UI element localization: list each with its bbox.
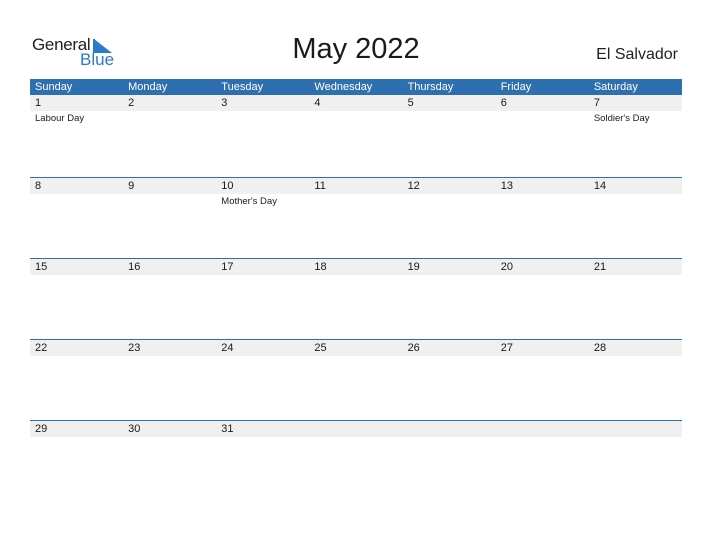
day-number: 21 bbox=[593, 261, 607, 273]
day-cell bbox=[403, 420, 496, 480]
week-row: 29 30 31 bbox=[30, 420, 682, 501]
day-cell: 23 bbox=[123, 339, 216, 399]
day-number: 15 bbox=[35, 261, 48, 273]
week-row: 8 9 10 Mother's Day 11 12 13 14 bbox=[30, 177, 682, 258]
day-number: 9 bbox=[128, 180, 135, 192]
day-number: 31 bbox=[221, 423, 234, 435]
day-cell: 1 Labour Day bbox=[30, 95, 123, 155]
weekday-friday: Friday bbox=[500, 81, 532, 93]
week-row: 22 23 24 25 26 27 28 bbox=[30, 339, 682, 420]
weekday-header: Sunday Monday Tuesday Wednesday Thursday… bbox=[30, 79, 682, 95]
day-cell: 20 bbox=[496, 258, 589, 318]
day-cell: 31 bbox=[216, 420, 309, 480]
day-number: 20 bbox=[500, 261, 513, 273]
day-cell: 12 bbox=[403, 177, 496, 237]
day-number: 26 bbox=[407, 342, 420, 354]
region-label: El Salvador bbox=[596, 46, 678, 63]
day-number: 29 bbox=[35, 423, 48, 435]
day-cell: 17 bbox=[216, 258, 309, 318]
weekday-thursday: Thursday bbox=[407, 81, 454, 93]
day-number: 22 bbox=[35, 342, 48, 354]
day-cell: 16 bbox=[123, 258, 216, 318]
week-cells: 29 30 31 bbox=[30, 420, 682, 480]
day-number: 1 bbox=[35, 97, 42, 109]
day-cell: 11 bbox=[309, 177, 402, 237]
day-number: 14 bbox=[593, 180, 607, 192]
day-cell: 3 bbox=[216, 95, 309, 155]
day-number: 24 bbox=[221, 342, 234, 354]
day-cell: 8 bbox=[30, 177, 123, 237]
day-cell: 28 bbox=[589, 339, 682, 399]
day-cell: 30 bbox=[123, 420, 216, 480]
week-cells: 1 Labour Day 2 3 4 5 6 7 Soldier's Day bbox=[30, 95, 682, 155]
day-cell: 14 bbox=[589, 177, 682, 237]
day-cell: 27 bbox=[496, 339, 589, 399]
day-number: 23 bbox=[128, 342, 141, 354]
holiday-label: Mother's Day bbox=[221, 196, 277, 207]
day-number: 13 bbox=[500, 180, 513, 192]
weekday-saturday: Saturday bbox=[593, 81, 638, 93]
day-number: 30 bbox=[128, 423, 141, 435]
day-number: 11 bbox=[314, 180, 326, 192]
day-cell: 5 bbox=[403, 95, 496, 155]
day-number: 16 bbox=[128, 261, 141, 273]
day-number: 27 bbox=[500, 342, 513, 354]
week-row: 1 Labour Day 2 3 4 5 6 7 Soldier's Day bbox=[30, 95, 682, 177]
calendar-grid: Sunday Monday Tuesday Wednesday Thursday… bbox=[30, 79, 682, 501]
day-number: 17 bbox=[221, 261, 234, 273]
day-cell: 10 Mother's Day bbox=[216, 177, 309, 237]
day-cell: 24 bbox=[216, 339, 309, 399]
holiday-label: Labour Day bbox=[35, 113, 85, 124]
day-number: 2 bbox=[128, 97, 135, 109]
day-cell: 29 bbox=[30, 420, 123, 480]
day-cell: 15 bbox=[30, 258, 123, 318]
day-cell: 13 bbox=[496, 177, 589, 237]
week-cells: 22 23 24 25 26 27 28 bbox=[30, 339, 682, 399]
day-cell bbox=[496, 420, 589, 480]
day-number: 19 bbox=[407, 261, 420, 273]
day-number: 25 bbox=[314, 342, 327, 354]
week-row: 15 16 17 18 19 20 21 bbox=[30, 258, 682, 339]
day-cell: 19 bbox=[403, 258, 496, 318]
weekday-wednesday: Wednesday bbox=[314, 81, 373, 93]
day-cell: 26 bbox=[403, 339, 496, 399]
day-number: 3 bbox=[221, 97, 228, 109]
weeks-container: 1 Labour Day 2 3 4 5 6 7 Soldier's Day 8 9 10 Mother… bbox=[30, 95, 682, 501]
day-number: 6 bbox=[500, 97, 507, 109]
weekday-monday: Monday bbox=[128, 81, 168, 93]
day-number: 5 bbox=[407, 97, 414, 109]
week-cells: 15 16 17 18 19 20 21 bbox=[30, 258, 682, 318]
day-cell: 4 bbox=[309, 95, 402, 155]
day-cell: 9 bbox=[123, 177, 216, 237]
day-number: 12 bbox=[407, 180, 420, 192]
holiday-label: Soldier's Day bbox=[593, 113, 650, 124]
day-cell: 7 Soldier's Day bbox=[589, 95, 682, 155]
day-number: 7 bbox=[593, 97, 600, 109]
day-number: 8 bbox=[35, 180, 42, 192]
day-cell bbox=[589, 420, 682, 480]
day-cell bbox=[309, 420, 402, 480]
day-number: 28 bbox=[593, 342, 607, 354]
day-cell: 25 bbox=[309, 339, 402, 399]
day-number: 4 bbox=[314, 97, 321, 109]
day-cell: 22 bbox=[30, 339, 123, 399]
day-cell: 21 bbox=[589, 258, 682, 318]
day-number: 18 bbox=[314, 261, 327, 273]
day-number: 10 bbox=[221, 180, 234, 192]
weekday-tuesday: Tuesday bbox=[221, 81, 264, 93]
day-cell: 6 bbox=[496, 95, 589, 155]
week-cells: 8 9 10 Mother's Day 11 12 13 14 bbox=[30, 177, 682, 237]
day-cell: 18 bbox=[309, 258, 402, 318]
day-cell: 2 bbox=[123, 95, 216, 155]
weekday-sunday: Sunday bbox=[35, 81, 73, 93]
